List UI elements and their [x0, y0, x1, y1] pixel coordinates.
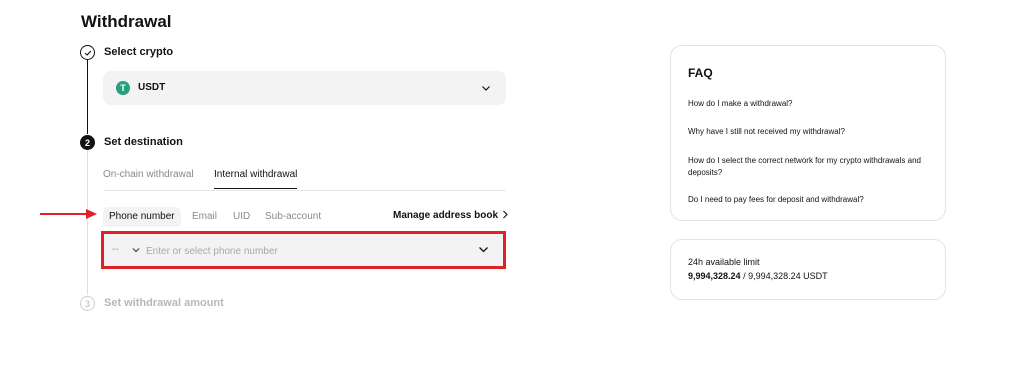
- faq-card: FAQ How do I make a withdrawal? Why have…: [670, 45, 946, 221]
- step-connector: [87, 150, 88, 295]
- country-code-select[interactable]: --: [112, 244, 119, 255]
- chevron-down-icon[interactable]: [477, 243, 490, 256]
- faq-item[interactable]: Why have I still not received my withdra…: [688, 126, 933, 138]
- selected-coin: USDT: [138, 82, 166, 93]
- arrow-right-icon: [40, 209, 97, 219]
- method-email[interactable]: Email: [192, 207, 217, 227]
- faq-item[interactable]: Do I need to pay fees for deposit and wi…: [688, 194, 933, 206]
- manage-address-book-link[interactable]: Manage address book: [393, 210, 509, 221]
- tab-internal-withdrawal[interactable]: Internal withdrawal: [214, 169, 298, 189]
- chevron-down-icon[interactable]: [131, 245, 141, 255]
- method-sub-account[interactable]: Sub-account: [265, 207, 321, 227]
- page-title: Withdrawal: [81, 12, 172, 31]
- step-2-indicator: 2: [80, 135, 95, 150]
- step-3-label: Set withdrawal amount: [104, 297, 224, 309]
- method-uid[interactable]: UID: [233, 207, 250, 227]
- faq-item[interactable]: How do I make a withdrawal?: [688, 98, 933, 110]
- step-connector: [87, 60, 88, 134]
- available-limit: 9,994,328.24: [688, 271, 741, 281]
- chevron-right-icon: [503, 210, 508, 219]
- manage-address-book-label: Manage address book: [393, 210, 499, 221]
- step-1-label: Select crypto: [104, 46, 174, 58]
- limit-title: 24h available limit: [688, 257, 760, 267]
- check-icon: [84, 50, 91, 56]
- tab-on-chain-withdrawal[interactable]: On-chain withdrawal: [103, 169, 194, 188]
- usdt-coin-icon: T: [116, 81, 130, 95]
- withdrawal-limit-card: 24h available limit 9,994,328.24 / 9,994…: [670, 239, 946, 300]
- method-phone-number[interactable]: Phone number: [103, 207, 181, 227]
- faq-item[interactable]: How do I select the correct network for …: [688, 155, 933, 179]
- step-1-indicator: [80, 45, 95, 60]
- step-3-indicator: 3: [80, 296, 95, 311]
- withdrawal-type-tabs: On-chain withdrawal Internal withdrawal: [103, 169, 506, 191]
- phone-number-field: --: [101, 231, 506, 269]
- step-2-label: Set destination: [104, 136, 183, 148]
- faq-title: FAQ: [688, 66, 713, 80]
- chevron-down-icon: [482, 86, 490, 91]
- crypto-select[interactable]: T USDT: [103, 71, 506, 105]
- limit-separator: /: [740, 271, 749, 281]
- limit-values: 9,994,328.24 / 9,994,328.24 USDT: [688, 271, 828, 281]
- total-limit: 9,994,328.24 USDT: [748, 271, 828, 281]
- phone-number-input[interactable]: [144, 241, 458, 261]
